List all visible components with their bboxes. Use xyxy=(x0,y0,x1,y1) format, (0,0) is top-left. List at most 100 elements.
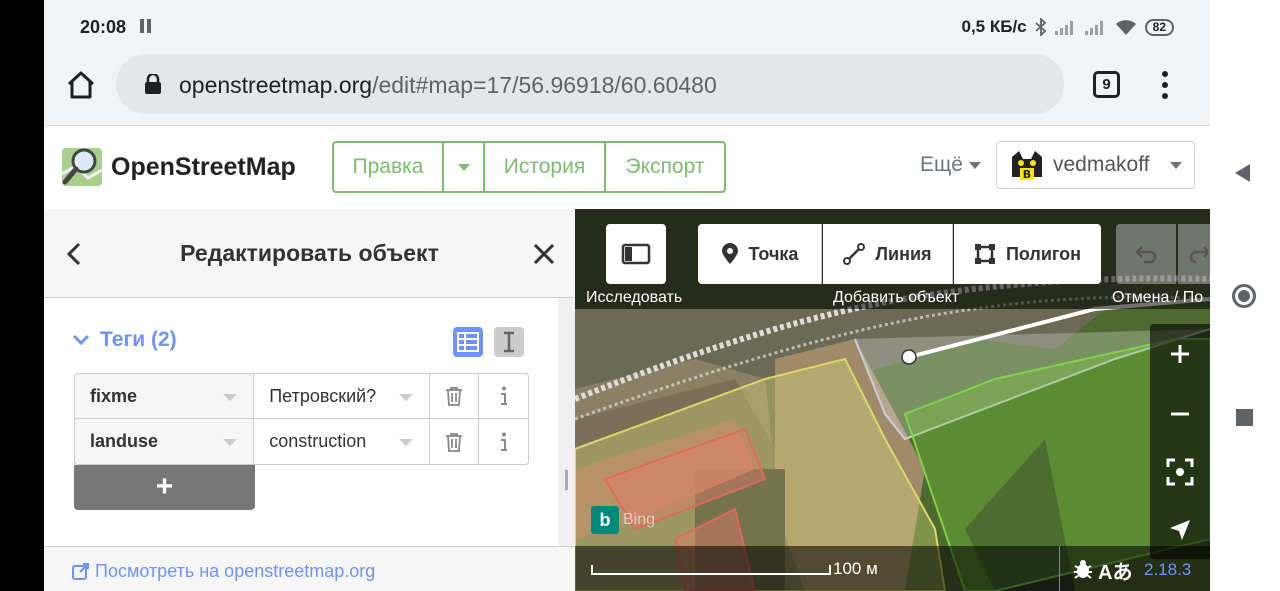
osm-logo-text[interactable]: OpenStreetMap xyxy=(111,153,296,182)
chevron-down-icon xyxy=(457,163,470,171)
map-toolbar: Точка Линия Полигон Исследовать Добавить… xyxy=(575,209,1210,309)
wifi-icon xyxy=(1115,19,1136,35)
area-icon xyxy=(974,244,995,264)
user-menu-button[interactable]: B vedmakoff xyxy=(996,141,1195,189)
add-line-button[interactable]: Линия xyxy=(823,224,953,284)
minus-icon xyxy=(1171,412,1189,416)
url-text[interactable]: openstreetmap.org/edit#map=17/56.96918/6… xyxy=(179,72,717,99)
history-button[interactable]: История xyxy=(485,143,606,191)
home-icon[interactable] xyxy=(66,70,96,100)
redo-button[interactable] xyxy=(1178,224,1210,284)
bluetooth-icon xyxy=(1035,18,1046,36)
tag-info-button[interactable] xyxy=(479,374,528,418)
add-point-button[interactable]: Точка xyxy=(698,224,822,284)
url-host: openstreetmap.org xyxy=(179,72,373,98)
tags-section-toggle[interactable]: Теги (2) xyxy=(72,328,177,352)
tag-value-field[interactable]: construction xyxy=(254,419,431,464)
tag-table: fixme Петровский? landuse construction xyxy=(74,373,529,465)
editor-sidebar: Редактировать объект Теги (2) fixme Петр… xyxy=(44,209,575,591)
avatar: B xyxy=(1009,147,1045,183)
undo-button[interactable] xyxy=(1116,224,1176,284)
nav-back-icon[interactable] xyxy=(1235,164,1250,182)
imagery-name: Bing xyxy=(623,511,656,528)
add-feature-caption: Добавить объект xyxy=(833,289,960,306)
scale-bar[interactable] xyxy=(591,565,831,575)
tag-key-field[interactable]: landuse xyxy=(75,419,255,464)
view-on-osm-label: Посмотреть на openstreetmap.org xyxy=(95,561,376,581)
footer-divider xyxy=(1059,546,1060,591)
close-icon[interactable] xyxy=(532,242,556,266)
sidebar-toggle-button[interactable] xyxy=(606,224,666,284)
language-icon[interactable]: Aあ xyxy=(1098,556,1132,585)
text-view-icon[interactable] xyxy=(494,327,524,357)
chevron-down-icon xyxy=(223,394,238,401)
plus-icon xyxy=(1171,345,1189,364)
scroll-thumb[interactable] xyxy=(565,470,568,490)
signal-icon xyxy=(1054,21,1073,35)
map-controls xyxy=(1150,324,1210,559)
osm-header: OpenStreetMap Правка История Экспорт Ещё… xyxy=(44,126,1210,209)
tag-value-field[interactable]: Петровский? xyxy=(254,374,431,418)
export-button[interactable]: Экспорт xyxy=(606,143,724,191)
chevron-down-icon xyxy=(968,161,981,169)
tag-key: fixme xyxy=(90,386,138,406)
zoom-in-button[interactable] xyxy=(1150,324,1210,382)
zoom-to-selection-button[interactable] xyxy=(1150,442,1210,500)
add-line-label: Линия xyxy=(875,243,932,264)
zoom-to-icon xyxy=(1166,458,1194,486)
edit-button[interactable]: Правка xyxy=(334,143,444,191)
table-row: landuse construction xyxy=(75,419,528,464)
tags-section-label: Теги (2) xyxy=(100,328,177,351)
imagery-attribution[interactable]: b Bing xyxy=(591,506,655,534)
browser-toolbar: openstreetmap.org/edit#map=17/56.96918/6… xyxy=(44,54,1210,126)
info-icon xyxy=(500,386,507,405)
trash-icon xyxy=(446,387,463,406)
table-view-icon[interactable] xyxy=(453,327,483,357)
delete-tag-button[interactable] xyxy=(430,419,480,464)
add-area-button[interactable]: Полигон xyxy=(954,224,1101,284)
bing-logo-icon: b xyxy=(591,506,619,534)
pause-icon xyxy=(140,19,152,33)
external-link-icon xyxy=(72,563,89,580)
delete-tag-button[interactable] xyxy=(430,374,480,418)
status-time: 20:08 xyxy=(80,17,127,37)
redo-icon xyxy=(1189,246,1208,264)
edit-dropdown-button[interactable] xyxy=(444,143,485,191)
bug-icon[interactable] xyxy=(1072,558,1094,580)
sidebar-body: Теги (2) fixme Петровский? landuse const… xyxy=(44,298,558,546)
line-icon xyxy=(843,243,866,265)
view-on-osm-link[interactable]: Посмотреть на openstreetmap.org xyxy=(72,561,375,582)
signal-icon-2 xyxy=(1084,21,1103,35)
add-area-label: Полигон xyxy=(1005,243,1082,264)
osm-logo-icon[interactable] xyxy=(60,144,104,188)
trash-icon xyxy=(446,432,463,452)
point-icon xyxy=(721,243,738,264)
address-bar[interactable]: openstreetmap.org/edit#map=17/56.96918/6… xyxy=(116,54,1064,114)
edit-button-group: Правка История Экспорт xyxy=(332,141,726,193)
map-canvas[interactable]: Точка Линия Полигон Исследовать Добавить… xyxy=(575,209,1210,591)
location-arrow-icon xyxy=(1170,520,1190,541)
tag-info-button[interactable] xyxy=(479,419,528,464)
phone-screen: 20:08 0,5 КБ/с 82 openstreetmap.org/edit… xyxy=(44,0,1210,591)
sidebar-scrollbar[interactable] xyxy=(558,298,575,546)
chevron-down-icon xyxy=(399,439,414,446)
url-path: /edit#map=17/56.96918/60.60480 xyxy=(372,72,717,98)
nav-home-icon[interactable] xyxy=(1232,284,1256,308)
sidebar-footer: Посмотреть на openstreetmap.org xyxy=(44,546,575,591)
tag-key-field[interactable]: fixme xyxy=(75,374,255,418)
add-point-label: Точка xyxy=(748,243,799,264)
chevron-down-icon xyxy=(72,334,90,346)
add-tag-button[interactable]: + xyxy=(74,465,255,510)
browser-menu-icon[interactable] xyxy=(1162,71,1170,99)
tag-key: landuse xyxy=(90,431,159,451)
tab-switcher-button[interactable]: 9 xyxy=(1093,71,1120,98)
more-menu-button[interactable]: Ещё xyxy=(920,153,981,177)
tag-value: Петровский? xyxy=(269,386,377,406)
zoom-out-button[interactable] xyxy=(1150,384,1210,442)
chevron-down-icon xyxy=(223,439,238,446)
page-title: Редактировать объект xyxy=(180,240,439,266)
chevron-down-icon xyxy=(1169,161,1182,169)
nav-recents-icon[interactable] xyxy=(1236,409,1253,426)
svg-text:B: B xyxy=(1023,168,1031,181)
version-label[interactable]: 2.18.3 xyxy=(1144,560,1191,580)
